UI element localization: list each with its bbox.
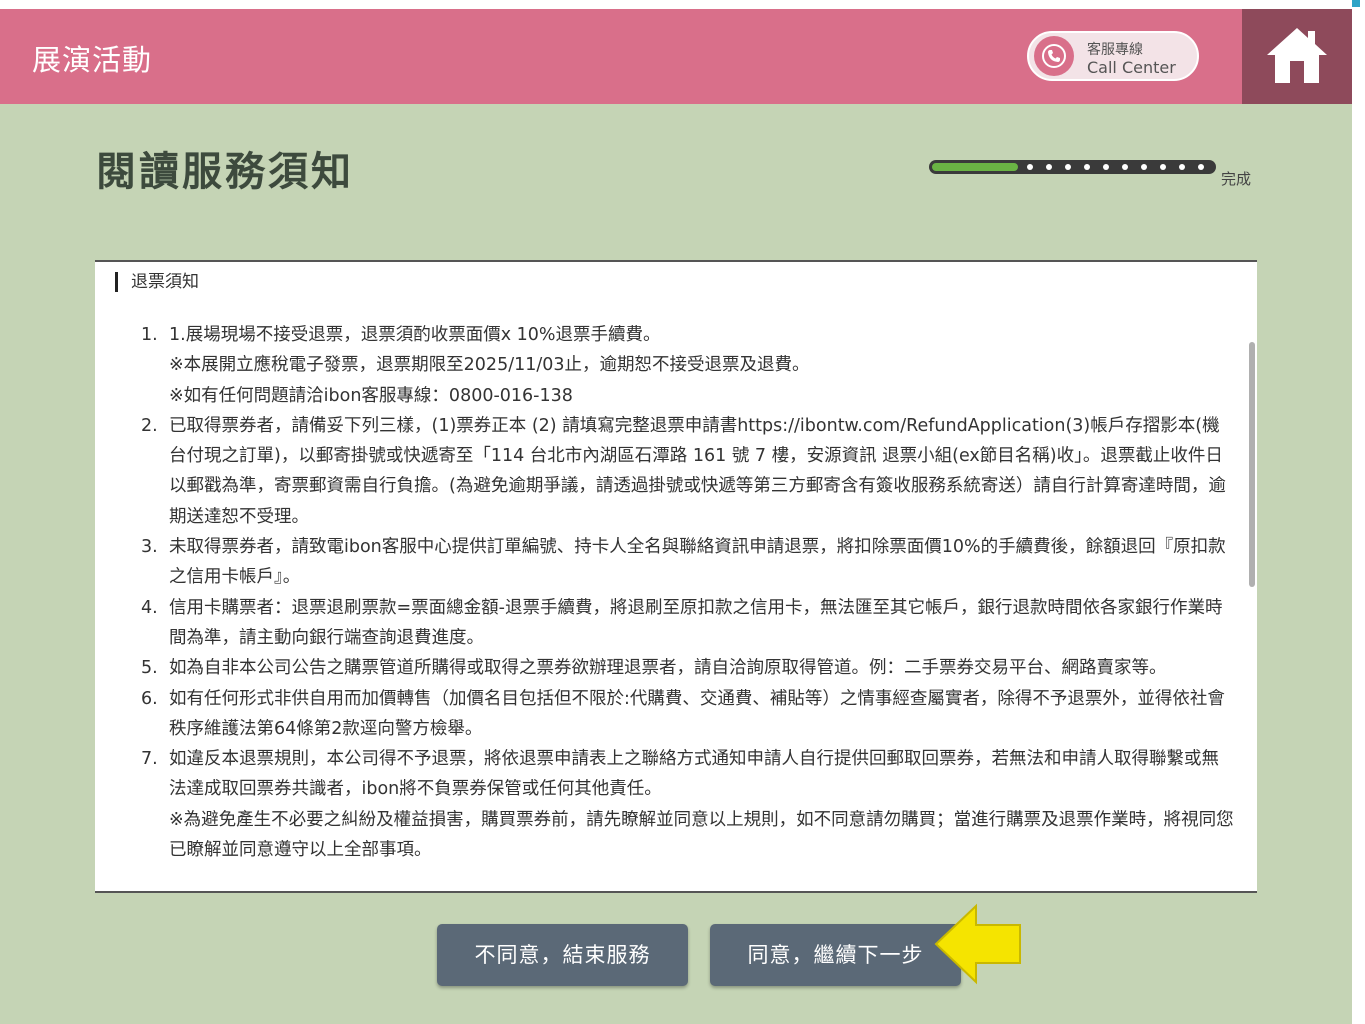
notice-item-text: 信用卡購票者：退票退刷票款=票面總金額-退票手續費，將退刷至原扣款之信用卡，無法… xyxy=(169,597,1223,648)
notice-panel[interactable]: 退票須知 1. 1.展場現場不接受退票，退票須酌收票面價x 10%退票手續費。 ※本… xyxy=(95,260,1257,893)
notice-item: 7. 如違反本退票規則，本公司得不予退票，將依退票申請表上之聯絡方式通知申請人自行… xyxy=(135,744,1235,865)
notice-item-number: 3. xyxy=(141,537,158,558)
call-center-label-en: Call Center xyxy=(1087,58,1176,77)
scrollbar[interactable] xyxy=(1249,342,1255,587)
notice-item-number: 1. xyxy=(141,325,158,345)
notice-item: 3. 未取得票券者，請致電ibon客服中心提供訂單編號、持卡人全名與聯絡資訊申請退… xyxy=(135,532,1235,593)
notice-item-text: 已取得票券者，請備妥下列三樣，(1)票券正本 (2) 請填寫完整退票申請書htt… xyxy=(169,415,1226,527)
notice-item: 6. 如有任何形式非供自用而加價轉售（加價名目包括但不限於:代購費、交通費、補貼等… xyxy=(135,684,1235,745)
notice-item-number: 4. xyxy=(141,597,158,618)
disagree-button[interactable]: 不同意，結束服務 xyxy=(437,924,688,986)
progress-label: 完成 xyxy=(1221,170,1252,188)
arrow-left-icon xyxy=(934,903,1021,985)
notice-heading: 退票須知 xyxy=(115,272,199,292)
kiosk-frame: 展演活動 客服專線 Call Center 閱讀服務須知 完成 退票須知 1. … xyxy=(0,9,1352,1024)
call-center-button[interactable]: 客服專線 Call Center xyxy=(1027,31,1199,81)
notice-item: 1. 1.展場現場不接受退票，退票須酌收票面價x 10%退票手續費。 ※本展開立應稅… xyxy=(135,320,1235,411)
notice-item-text: ※為避免產生不必要之糾紛及權益損害，購買票券前，請先瞭解並同意以上規則，如不同意… xyxy=(169,809,1234,861)
notice-item-text: 如有任何形式非供自用而加價轉售（加價名目包括但不限於:代購費、交通費、補貼等）之… xyxy=(169,688,1225,739)
notice-item: 2. 已取得票券者，請備妥下列三樣，(1)票券正本 (2) 請填寫完整退票申請書h… xyxy=(135,411,1235,532)
progress-fill xyxy=(932,163,1018,171)
notice-item-text: 未取得票券者，請致電ibon客服中心提供訂單編號、持卡人全名與聯絡資訊申請退票，… xyxy=(169,537,1226,588)
corner-mark xyxy=(1352,0,1360,7)
notice-list: 1. 1.展場現場不接受退票，退票須酌收票面價x 10%退票手續費。 ※本展開立應稅… xyxy=(135,320,1235,865)
notice-item: 5. 如為自非本公司公告之購票管道所購得或取得之票券欲辦理退票者，請自洽詢原取得管… xyxy=(135,653,1235,683)
page-title: 閱讀服務須知 xyxy=(96,149,354,195)
notice-item-number: 7. xyxy=(141,749,158,770)
header-bar: 展演活動 客服專線 Call Center xyxy=(0,9,1352,104)
notice-item-number: 6. xyxy=(141,688,158,709)
notice-item-text: 1.展場現場不接受退票，退票須酌收票面價x 10%退票手續費。 xyxy=(169,325,661,345)
home-button[interactable] xyxy=(1242,9,1352,104)
notice-item-number: 2. xyxy=(141,415,158,436)
home-icon xyxy=(1267,28,1327,83)
header-title: 展演活動 xyxy=(32,43,153,77)
progress-bar xyxy=(929,160,1216,174)
agree-button[interactable]: 同意，繼續下一步 xyxy=(710,924,961,986)
notice-item-text: ※本展開立應稅電子發票，退票期限至2025/11/03止，逾期恕不接受退票及退費… xyxy=(169,355,810,376)
phone-icon xyxy=(1034,36,1074,76)
notice-item-text: 如為自非本公司公告之購票管道所購得或取得之票券欲辦理退票者，請自洽詢原取得管道。… xyxy=(169,658,1167,679)
call-center-label: 客服專線 xyxy=(1087,42,1143,58)
notice-item: 4. 信用卡購票者：退票退刷票款=票面總金額-退票手續費，將退刷至原扣款之信用卡，… xyxy=(135,593,1235,654)
notice-item-text: ※如有任何問題請洽ibon客服專線：0800-016-138 xyxy=(169,385,573,406)
notice-item-text: 如違反本退票規則，本公司得不予退票，將依退票申請表上之聯絡方式通知申請人自行提供… xyxy=(169,749,1219,800)
notice-item-number: 5. xyxy=(141,658,158,679)
